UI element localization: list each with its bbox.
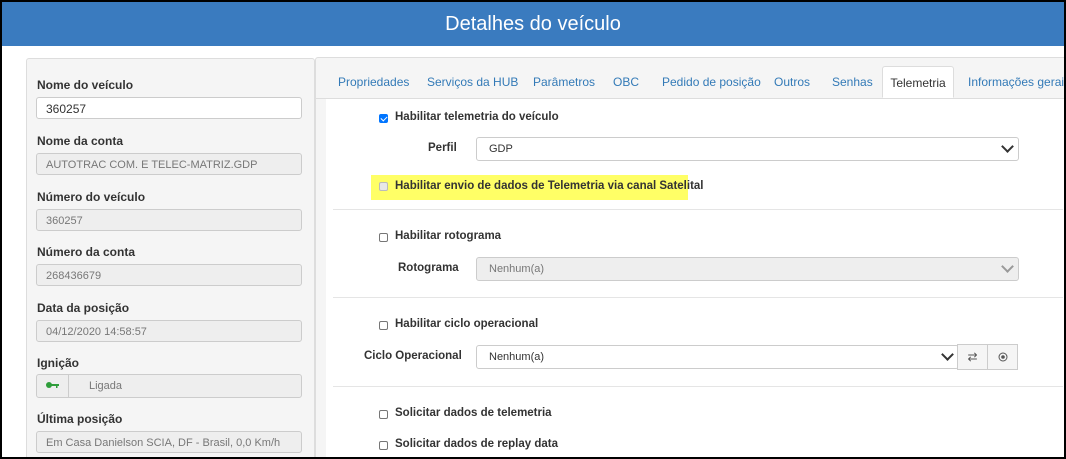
divider: [333, 297, 1063, 298]
perfil-value: GDP: [489, 143, 513, 155]
tab-senhas[interactable]: Senhas: [832, 66, 873, 98]
numero-conta-field: 268436679: [36, 264, 302, 286]
tab-parametros[interactable]: Parâmetros: [533, 66, 595, 98]
numero-conta-label: Número da conta: [37, 245, 136, 259]
ignicao-value: Ligada: [89, 380, 123, 392]
swap-arrows-icon: ⇄: [967, 350, 978, 364]
key-icon: [45, 382, 59, 388]
tab-informacoes-gerais[interactable]: Informações gerais: [968, 66, 1064, 98]
chevron-down-icon: [1001, 260, 1014, 273]
habilitar-rotograma-checkbox[interactable]: [379, 233, 388, 242]
divider: [333, 209, 1063, 210]
tab-telemetria[interactable]: Telemetria: [882, 66, 954, 98]
data-posicao-field: 04/12/2020 14:58:57: [36, 320, 302, 342]
habilitar-ciclo-checkbox[interactable]: [379, 321, 388, 330]
ignicao-label: Ignição: [37, 356, 80, 370]
page-title: Detalhes do veículo: [2, 2, 1064, 46]
tab-servicos-hub[interactable]: Serviços da HUB: [427, 66, 518, 98]
habilitar-ciclo-label: Habilitar ciclo operacional: [395, 318, 539, 330]
rotograma-select[interactable]: Nenhum(a): [476, 257, 1019, 281]
envio-satelital-label: Habilitar envio de dados de Telemetria v…: [395, 180, 704, 192]
tab-obc[interactable]: OBC: [613, 66, 639, 98]
solicitar-replay-label: Solicitar dados de replay data: [395, 438, 558, 450]
numero-veiculo-field: 360257: [36, 209, 302, 231]
perfil-label: Perfil: [428, 142, 457, 154]
ultima-posicao-field: Em Casa Danielson SCIA, DF - Brasil, 0,0…: [36, 431, 302, 453]
target-icon: [998, 352, 1007, 362]
vehicle-info-panel: Nome do veículo 360257 Nome da conta AUT…: [26, 58, 315, 457]
perfil-select[interactable]: GDP: [476, 137, 1019, 161]
habilitar-telemetria-label: Habilitar telemetria do veículo: [395, 111, 559, 123]
tab-pedido-posicao[interactable]: Pedido de posição: [662, 66, 761, 98]
chevron-down-icon: [941, 348, 954, 361]
nome-veiculo-label: Nome do veículo: [37, 78, 134, 92]
nome-veiculo-input[interactable]: 360257: [36, 97, 302, 119]
nome-conta-label: Nome da conta: [37, 134, 124, 148]
swap-button[interactable]: ⇄: [957, 344, 988, 370]
envio-satelital-checkbox[interactable]: [379, 182, 388, 191]
divider: [333, 386, 1063, 387]
habilitar-rotograma-label: Habilitar rotograma: [395, 230, 502, 242]
solicitar-telemetria-label: Solicitar dados de telemetria: [395, 407, 552, 419]
ciclo-operacional-label: Ciclo Operacional: [364, 350, 462, 362]
rotograma-label: Rotograma: [398, 262, 459, 274]
ultima-posicao-label: Última posição: [37, 412, 123, 426]
solicitar-telemetria-checkbox[interactable]: [379, 410, 388, 419]
ciclo-operacional-select[interactable]: Nenhum(a): [476, 345, 959, 369]
habilitar-telemetria-checkbox[interactable]: [379, 114, 388, 123]
chevron-down-icon: [1001, 140, 1014, 153]
nome-conta-field: AUTOTRAC COM. E TELEC-MATRIZ.GDP: [36, 153, 302, 175]
ciclo-operacional-value: Nenhum(a): [489, 351, 545, 363]
tab-outros[interactable]: Outros: [774, 66, 810, 98]
data-posicao-label: Data da posição: [37, 301, 130, 315]
numero-veiculo-label: Número do veículo: [37, 190, 146, 204]
rotograma-value: Nenhum(a): [489, 263, 545, 275]
window-frame: Detalhes do veículo Nome do veículo 3602…: [0, 0, 1066, 459]
tab-bar: Propriedades Serviços da HUB Parâmetros …: [316, 66, 1064, 99]
solicitar-replay-checkbox[interactable]: [379, 441, 388, 450]
ignicao-field: Ligada: [36, 374, 302, 398]
target-button[interactable]: [987, 344, 1018, 370]
tab-propriedades[interactable]: Propriedades: [338, 66, 409, 98]
ignicao-addon: [37, 375, 69, 397]
